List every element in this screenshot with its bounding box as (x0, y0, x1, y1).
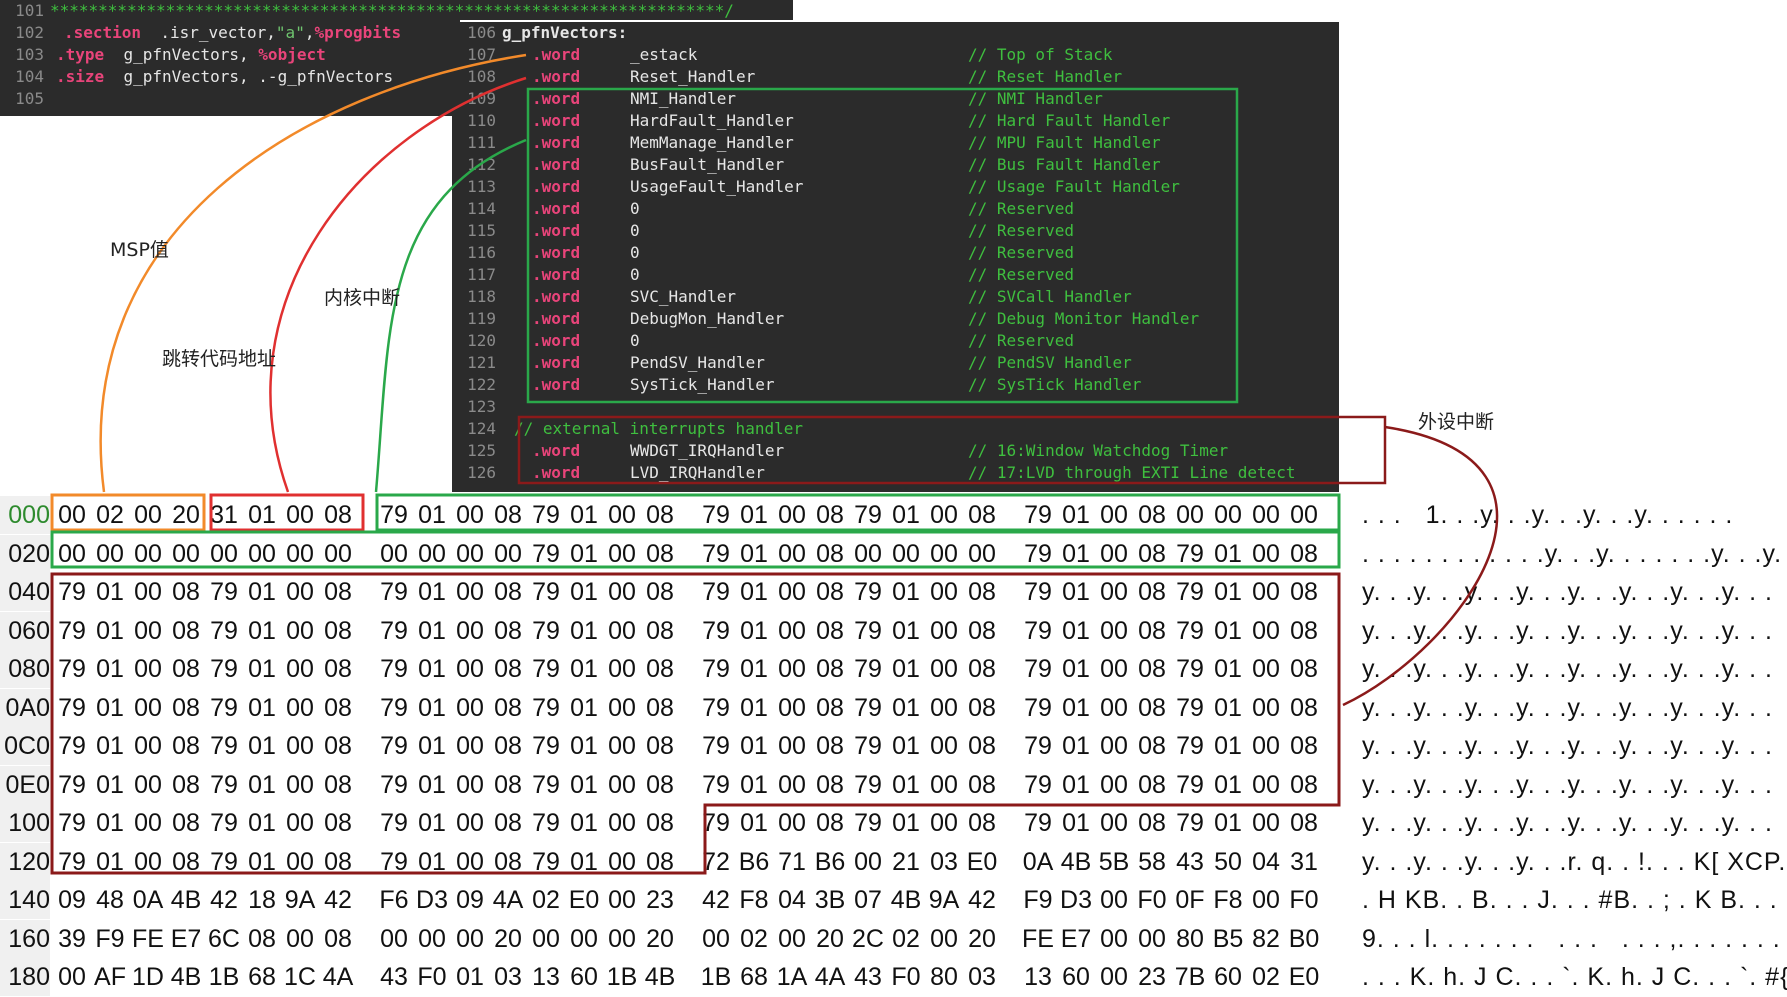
jump-address-label: 跳转代码地址 (162, 348, 277, 370)
periph-irq-code-box (517, 415, 1387, 485)
msp-curve (99, 53, 527, 493)
periph-irq-label: 外设中断 (1418, 411, 1495, 433)
core-irq-hex-box (375, 493, 1341, 532)
core-irq-curve (374, 138, 527, 493)
msp-label: MSP值 (110, 239, 169, 261)
reset-hex-box (209, 493, 365, 532)
core-irq-hex-box-2 (50, 530, 1341, 569)
core-irq-label: 内核中断 (324, 287, 401, 309)
msp-hex-box (50, 493, 206, 532)
periph-irq-curve (1342, 425, 1499, 707)
core-irq-code-box (526, 87, 1239, 404)
periph-irq-hex-box (50, 572, 1341, 875)
annotation-overlay (50, 53, 1499, 875)
